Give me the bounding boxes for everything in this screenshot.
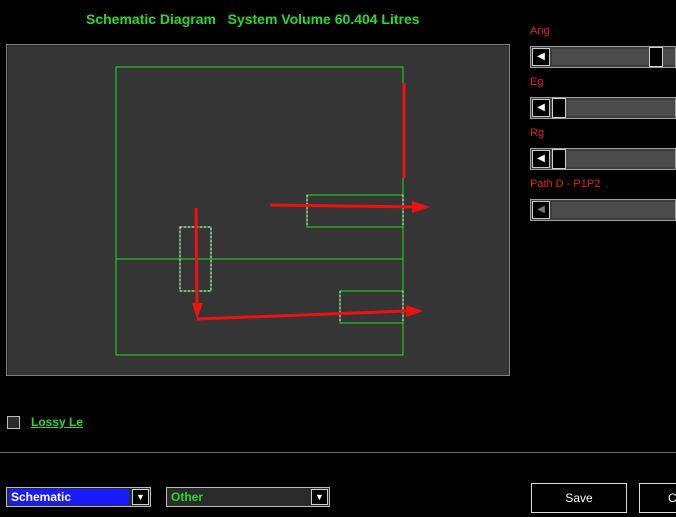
slider-thumb[interactable]: [552, 98, 566, 118]
slider-label-path: Path D - P1P2: [530, 178, 601, 190]
divider: [0, 452, 676, 453]
view-select[interactable]: Schematic ▼: [6, 487, 151, 507]
chevron-down-icon[interactable]: ▼: [311, 489, 328, 505]
flow-arrow-upper: [269, 203, 416, 209]
slider-label-rg: Rg: [530, 127, 545, 139]
slider-track[interactable]: [552, 100, 675, 116]
slider-label-eg: Eg: [530, 76, 544, 88]
flow-arrow-lower: [196, 309, 408, 321]
slider-thumb[interactable]: [552, 149, 566, 169]
secondary-button-label: C: [668, 491, 676, 505]
save-button-label: Save: [565, 491, 593, 505]
schematic-panel: [6, 44, 510, 376]
slider-thumb[interactable]: [649, 47, 663, 67]
secondary-button[interactable]: C: [639, 483, 676, 513]
scroll-left-icon[interactable]: ◀: [532, 201, 550, 219]
window-title: Schematic Diagram System Volume 60.404 L…: [86, 11, 420, 27]
upper-outlet: [306, 194, 404, 228]
slider-path[interactable]: ◀: [530, 199, 676, 221]
flow-arrow-down: [194, 207, 199, 308]
save-button[interactable]: Save: [531, 483, 627, 513]
slider-ang[interactable]: ◀: [530, 46, 676, 68]
lossy-checkbox[interactable]: [7, 416, 20, 429]
slider-track[interactable]: [552, 151, 675, 167]
slider-rg[interactable]: ◀: [530, 148, 676, 170]
chevron-down-icon[interactable]: ▼: [132, 489, 149, 505]
scroll-left-icon[interactable]: ◀: [532, 99, 550, 117]
scroll-left-icon[interactable]: ◀: [532, 150, 550, 168]
type-select[interactable]: Other ▼: [166, 487, 330, 507]
scroll-left-icon[interactable]: ◀: [532, 48, 550, 66]
type-select-value: Other: [171, 490, 204, 504]
slider-track[interactable]: [552, 202, 675, 218]
slider-label-ang: Ang: [530, 25, 550, 37]
schematic-diagram: [115, 66, 430, 356]
view-select-value: Schematic: [9, 489, 129, 505]
lossy-checkbox-label[interactable]: Lossy Le: [31, 415, 83, 429]
slider-eg[interactable]: ◀: [530, 97, 676, 119]
lower-outlet: [339, 290, 404, 324]
